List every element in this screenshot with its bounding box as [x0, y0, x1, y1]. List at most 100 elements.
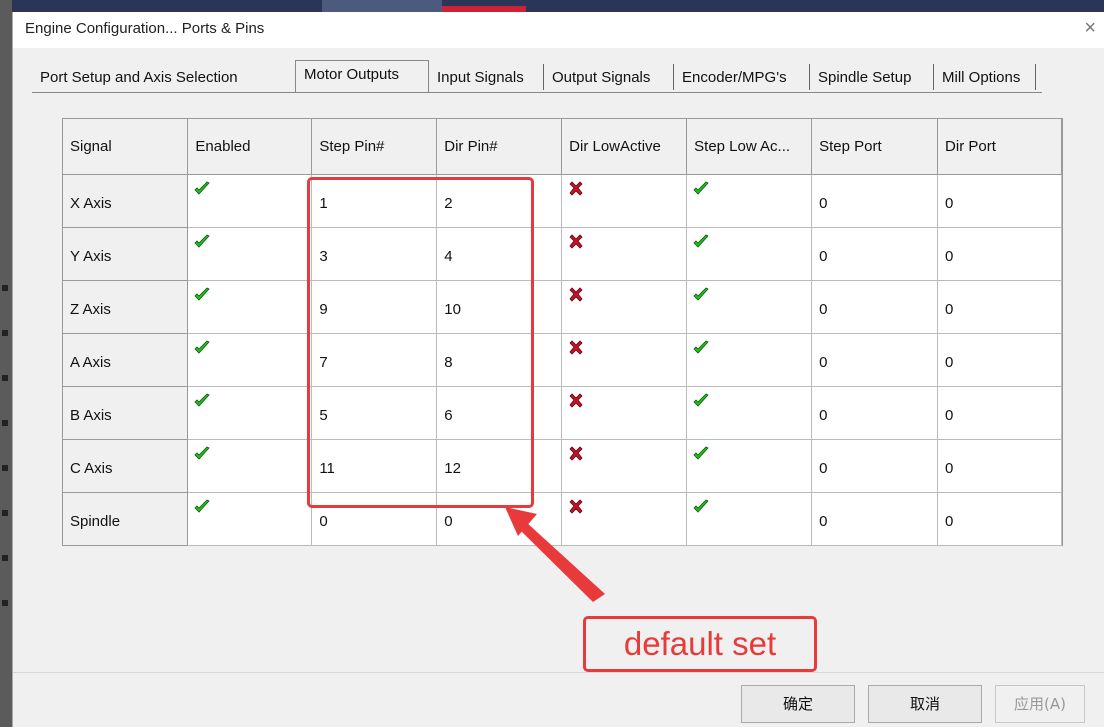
col-step-pin-header[interactable]: Step Pin#: [311, 119, 438, 175]
step-pin-cell[interactable]: 9: [311, 280, 438, 334]
step-pin-cell[interactable]: 3: [311, 227, 438, 281]
step-port-cell[interactable]: 0: [811, 439, 939, 493]
dir-pin-cell[interactable]: 8: [436, 333, 563, 387]
red-x-icon[interactable]: [568, 339, 584, 356]
step-port-cell[interactable]: 0: [811, 492, 939, 546]
table-cell-dir-low-active[interactable]: [561, 174, 688, 228]
dir-port-cell[interactable]: 0: [937, 174, 1062, 228]
motor-outputs-grid: Signal Enabled Step Pin# Dir Pin# Dir LowAct…: [62, 118, 1063, 546]
annotation-callout: default set: [583, 616, 817, 672]
signal-name-cell[interactable]: Y Axis: [63, 227, 189, 281]
green-check-icon[interactable]: [693, 181, 709, 197]
red-x-icon[interactable]: [568, 498, 584, 515]
step-pin-cell[interactable]: 7: [311, 333, 438, 387]
col-enabled-header[interactable]: Enabled: [187, 119, 313, 175]
table-cell-enabled[interactable]: [187, 227, 313, 281]
green-check-icon[interactable]: [693, 287, 709, 303]
green-check-icon[interactable]: [194, 181, 211, 197]
ok-button[interactable]: 确定: [741, 685, 855, 723]
engine-config-dialog: Engine Configuration... Ports & Pins × P…: [12, 12, 1104, 727]
cancel-button[interactable]: 取消: [868, 685, 982, 723]
col-dir-port-header[interactable]: Dir Port: [937, 119, 1062, 175]
dir-pin-cell[interactable]: 0: [436, 492, 563, 546]
dir-pin-cell[interactable]: 6: [436, 386, 563, 440]
green-check-icon[interactable]: [194, 446, 211, 462]
table-cell-enabled[interactable]: [187, 492, 313, 546]
red-x-icon[interactable]: [568, 445, 584, 462]
table-cell-step-low-active[interactable]: [686, 439, 813, 493]
step-pin-cell[interactable]: 11: [311, 439, 438, 493]
green-check-icon[interactable]: [693, 446, 709, 462]
table-cell-enabled[interactable]: [187, 333, 313, 387]
dir-port-cell[interactable]: 0: [937, 439, 1062, 493]
dir-port-cell[interactable]: 0: [937, 280, 1062, 334]
green-check-icon[interactable]: [194, 499, 211, 515]
table-cell-enabled[interactable]: [187, 174, 313, 228]
col-step-port-header[interactable]: Step Port: [811, 119, 939, 175]
table-cell-step-low-active[interactable]: [686, 174, 813, 228]
tab-mill-options[interactable]: Mill Options: [934, 64, 1036, 90]
green-check-icon[interactable]: [693, 340, 709, 356]
tab-spindle-setup[interactable]: Spindle Setup: [810, 64, 934, 90]
table-cell-step-low-active[interactable]: [686, 333, 813, 387]
green-check-icon[interactable]: [194, 340, 211, 356]
green-check-icon[interactable]: [194, 393, 211, 409]
dir-pin-cell[interactable]: 4: [436, 227, 563, 281]
signal-name-cell[interactable]: B Axis: [63, 386, 189, 440]
signal-name-cell[interactable]: Z Axis: [63, 280, 189, 334]
table-cell-step-low-active[interactable]: [686, 386, 813, 440]
signal-name-cell[interactable]: A Axis: [63, 333, 189, 387]
signal-name-cell[interactable]: X Axis: [63, 174, 189, 228]
dir-pin-cell[interactable]: 10: [436, 280, 563, 334]
tab-encoder-mpg[interactable]: Encoder/MPG's: [674, 64, 810, 90]
table-cell-step-low-active[interactable]: [686, 280, 813, 334]
red-x-icon[interactable]: [568, 233, 584, 250]
dir-port-cell[interactable]: 0: [937, 333, 1062, 387]
table-cell-step-low-active[interactable]: [686, 492, 813, 546]
red-x-icon[interactable]: [568, 180, 584, 197]
green-check-icon[interactable]: [693, 234, 709, 250]
table-cell-enabled[interactable]: [187, 386, 313, 440]
step-pin-cell[interactable]: 1: [311, 174, 438, 228]
table-row: X Axis 1 2 0 0: [63, 174, 1062, 228]
step-port-cell[interactable]: 0: [811, 386, 939, 440]
tab-input-signals[interactable]: Input Signals: [429, 64, 544, 90]
green-check-icon[interactable]: [194, 287, 211, 303]
tab-motor-outputs[interactable]: Motor Outputs: [295, 60, 429, 92]
green-check-icon[interactable]: [194, 234, 211, 250]
step-pin-cell[interactable]: 0: [311, 492, 438, 546]
red-x-icon[interactable]: [568, 286, 584, 303]
signal-name-cell[interactable]: C Axis: [63, 439, 189, 493]
table-cell-dir-low-active[interactable]: [561, 333, 688, 387]
col-dir-low-active-header[interactable]: Dir LowActive: [561, 119, 688, 175]
step-pin-cell[interactable]: 5: [311, 386, 438, 440]
table-cell-dir-low-active[interactable]: [561, 439, 688, 493]
green-check-icon[interactable]: [693, 393, 709, 409]
col-dir-pin-header[interactable]: Dir Pin#: [436, 119, 563, 175]
step-port-cell[interactable]: 0: [811, 280, 939, 334]
apply-button[interactable]: 应用(A): [995, 685, 1085, 723]
step-port-cell[interactable]: 0: [811, 227, 939, 281]
table-cell-enabled[interactable]: [187, 280, 313, 334]
table-cell-dir-low-active[interactable]: [561, 280, 688, 334]
col-step-low-active-header[interactable]: Step Low Ac...: [686, 119, 813, 175]
step-port-cell[interactable]: 0: [811, 333, 939, 387]
close-button[interactable]: ×: [1084, 18, 1096, 38]
dir-port-cell[interactable]: 0: [937, 227, 1062, 281]
table-cell-step-low-active[interactable]: [686, 227, 813, 281]
dir-port-cell[interactable]: 0: [937, 386, 1062, 440]
table-cell-dir-low-active[interactable]: [561, 492, 688, 546]
signal-name-cell[interactable]: Spindle: [63, 492, 189, 546]
dir-pin-cell[interactable]: 2: [436, 174, 563, 228]
dir-pin-cell[interactable]: 12: [436, 439, 563, 493]
tab-port-setup[interactable]: Port Setup and Axis Selection: [32, 64, 280, 90]
table-cell-enabled[interactable]: [187, 439, 313, 493]
col-signal-header[interactable]: Signal: [63, 119, 189, 175]
step-port-cell[interactable]: 0: [811, 174, 939, 228]
tab-output-signals[interactable]: Output Signals: [544, 64, 674, 90]
red-x-icon[interactable]: [568, 392, 584, 409]
table-cell-dir-low-active[interactable]: [561, 227, 688, 281]
dir-port-cell[interactable]: 0: [937, 492, 1062, 546]
table-cell-dir-low-active[interactable]: [561, 386, 688, 440]
green-check-icon[interactable]: [693, 499, 709, 515]
